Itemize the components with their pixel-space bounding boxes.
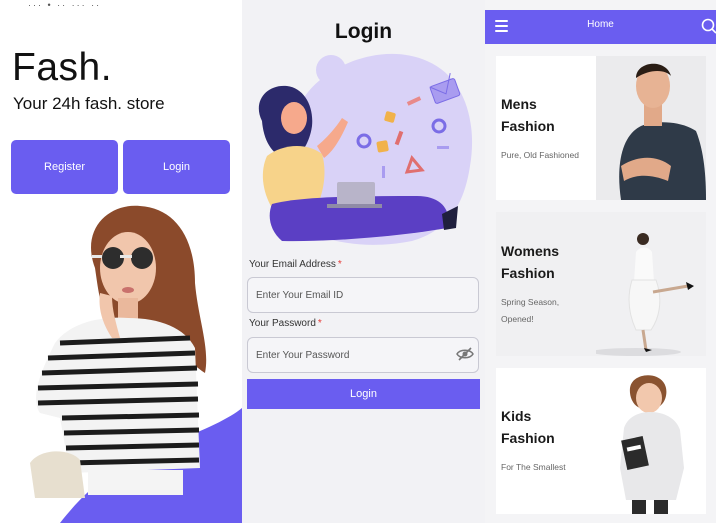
eye-off-icon[interactable] [456,346,474,362]
category-card-womens[interactable]: Womens Fashion Spring Season, Opened! [496,212,706,356]
mens-fashion-image [596,56,706,200]
card-title: Womens [501,243,560,259]
card-title: Mens [501,96,537,112]
brand-tagline: Your 24h fash. store [13,94,165,113]
email-label: Your Email Address * [249,259,342,270]
required-mark: * [337,259,342,270]
category-card-kids[interactable]: Kids Fashion For The Smallest [496,368,706,514]
welcome-login-button[interactable]: Login [123,140,230,194]
status-bar: ··· • ·· ··· ·· [28,0,102,10]
required-mark: * [317,318,322,329]
page-title: Home [587,19,614,30]
card-title: Fashion [501,118,555,134]
app-bar: Home [485,10,716,44]
category-card-mens[interactable]: Mens Fashion Pure, Old Fashioned [496,56,706,200]
login-illustration [258,53,473,245]
womens-fashion-image [596,212,706,356]
brand-title: Fash. [12,46,113,89]
card-title: Fashion [501,430,555,446]
kids-fashion-image [596,368,706,514]
card-subtitle: Pure, Old Fashioned [501,150,579,160]
card-title: Fashion [501,265,555,281]
card-subtitle: Spring Season, [501,297,560,307]
page-title: Login [334,20,393,43]
card-subtitle: Opened! [501,314,534,324]
model-photo [30,205,242,523]
login-screen: Login Your Email Address * Enter Your Em… [242,0,485,523]
password-label: Your Password * [249,318,322,329]
home-screen: Home Mens Fashion Pure, Old Fashioned Wo… [485,0,716,523]
card-title: Kids [501,408,532,424]
password-field[interactable] [247,337,479,373]
login-button[interactable]: Login [247,379,480,409]
register-button[interactable]: Register [11,140,118,194]
card-subtitle: For The Smallest [501,462,566,472]
search-icon[interactable] [701,18,716,34]
email-field[interactable] [247,277,479,313]
welcome-screen: ··· • ·· ··· ·· Fash. Your 24h fash. sto… [0,0,242,523]
